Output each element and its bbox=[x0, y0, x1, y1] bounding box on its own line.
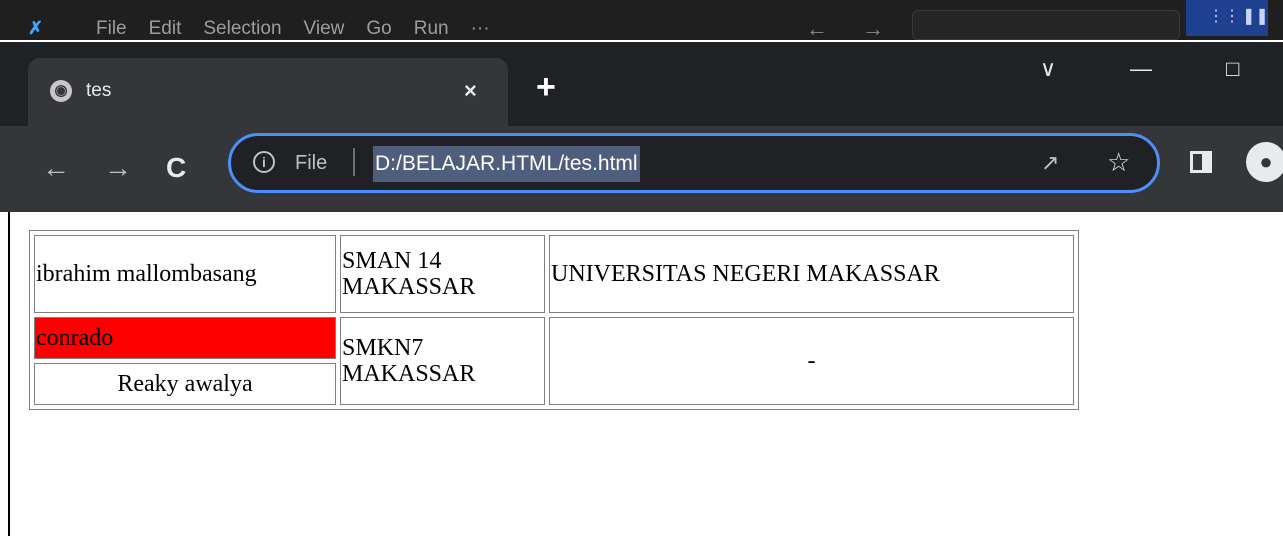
vscode-menu-run[interactable]: Run bbox=[414, 18, 449, 40]
forward-button[interactable]: → bbox=[104, 152, 132, 184]
vscode-menu-file[interactable]: File bbox=[96, 18, 127, 40]
vscode-layout-controls[interactable]: ⋮⋮ ❚❚ bbox=[1186, 0, 1269, 36]
vscode-menu-selection[interactable]: Selection bbox=[203, 18, 281, 40]
table-cell: UNIVERSITAS NEGERI MAKASSAR bbox=[549, 235, 1074, 313]
vscode-nav-arrows[interactable]: ← → bbox=[806, 16, 898, 42]
vscode-logo-icon: ✗ bbox=[28, 18, 44, 38]
minimize-button[interactable]: — bbox=[1130, 56, 1152, 82]
table-cell-highlighted: conrado bbox=[34, 317, 336, 359]
url-text[interactable]: D:/BELAJAR.HTML/tes.html bbox=[373, 146, 640, 182]
info-icon[interactable]: i bbox=[253, 151, 275, 173]
chevron-down-icon[interactable]: ∨ bbox=[1040, 56, 1056, 82]
side-panel-icon[interactable] bbox=[1190, 151, 1212, 173]
tab-title: tes bbox=[86, 80, 112, 101]
grid-icon: ⋮⋮ bbox=[1208, 8, 1240, 25]
page-content: ibrahim mallombasang SMAN 14 MAKASSAR UN… bbox=[0, 212, 1283, 536]
vscode-menu-bar: File Edit Selection View Go Run ··· bbox=[96, 18, 490, 40]
maximize-button[interactable]: □ bbox=[1226, 56, 1239, 82]
vscode-menu-more[interactable]: ··· bbox=[471, 18, 490, 40]
vscode-title-bar: ✗ File Edit Selection View Go Run ··· ← … bbox=[0, 0, 1283, 42]
browser-window: ◉ tes × + ∨ — □ ← → C i File D:/BELAJAR.… bbox=[0, 42, 1283, 212]
table-row: ibrahim mallombasang SMAN 14 MAKASSAR UN… bbox=[34, 235, 1074, 313]
back-button[interactable]: ← bbox=[42, 152, 70, 184]
new-tab-button[interactable]: + bbox=[536, 70, 556, 104]
vscode-menu-view[interactable]: View bbox=[304, 18, 345, 40]
profile-avatar-icon[interactable]: ● bbox=[1246, 142, 1283, 182]
close-tab-icon[interactable]: × bbox=[464, 78, 477, 104]
vscode-menu-edit[interactable]: Edit bbox=[149, 18, 182, 40]
table-cell: SMAN 14 MAKASSAR bbox=[340, 235, 545, 313]
browser-tab[interactable]: ◉ tes × bbox=[28, 58, 508, 126]
reload-button[interactable]: C bbox=[166, 152, 186, 184]
address-bar[interactable]: i File D:/BELAJAR.HTML/tes.html ↗ ☆ bbox=[228, 133, 1160, 193]
scheme-label: File bbox=[295, 152, 328, 174]
pause-icon: ❚❚ bbox=[1242, 8, 1269, 25]
table-cell: - bbox=[549, 317, 1074, 405]
table-row: conrado SMKN7 MAKASSAR - bbox=[34, 317, 1074, 405]
vscode-command-center[interactable] bbox=[912, 10, 1180, 40]
divider bbox=[353, 148, 355, 176]
globe-icon: ◉ bbox=[50, 80, 72, 102]
browser-toolbar: ← → C i File D:/BELAJAR.HTML/tes.html ↗ … bbox=[0, 126, 1283, 212]
table-cell: SMKN7 MAKASSAR bbox=[340, 317, 545, 405]
window-edge bbox=[8, 212, 10, 536]
table-cell: Reaky awalya bbox=[34, 363, 336, 405]
table-cell: ibrahim mallombasang bbox=[34, 235, 336, 313]
school-table: ibrahim mallombasang SMAN 14 MAKASSAR UN… bbox=[29, 230, 1079, 410]
vscode-menu-go[interactable]: Go bbox=[366, 18, 391, 40]
share-icon[interactable]: ↗ bbox=[1041, 149, 1059, 177]
star-icon[interactable]: ☆ bbox=[1107, 146, 1130, 178]
